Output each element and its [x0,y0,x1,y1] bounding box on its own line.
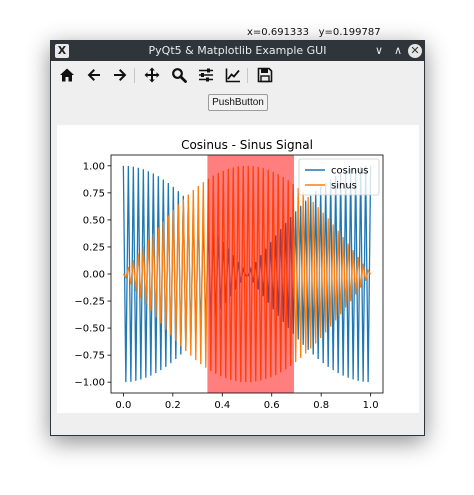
y-tick-label: −0.25 [74,297,105,308]
forward-arrow-icon [114,69,127,81]
maximize-button[interactable]: ∧ [391,44,405,58]
y-tick-label: −0.50 [74,324,105,335]
cursor-y: y=0.199787 [318,27,381,38]
toolbar-separator [247,68,248,83]
x-tick-label: 0.4 [214,400,230,411]
minimize-button[interactable]: ∨ [372,44,386,58]
subplots-config-icon [199,68,213,82]
x-tick-label: 0.2 [165,400,181,411]
navigation-toolbar [51,61,424,89]
y-tick-label: 0.50 [83,215,105,226]
y-tick-label: −0.75 [74,351,105,362]
save-icon [257,67,273,83]
zoom-button[interactable] [169,66,189,84]
back-arrow-icon [87,69,100,81]
title-bar[interactable]: X PyQt5 & Matplotlib Example GUI ∨ ∧ ✕ [51,41,424,61]
y-tick-label: 0.75 [83,188,105,199]
plot-canvas[interactable]: Cosinus - Sinus Signal 0.0 0.2 0.4 0.6 0.8 1.0… [57,125,419,413]
legend-label-cosinus: cosinus [331,166,369,177]
y-tick-label: 0.00 [83,270,105,281]
x-tick-label: 1.0 [363,400,379,411]
cursor-coordinates: x=0.691333 y=0.199787 [247,27,381,38]
cursor-x: x=0.691333 [247,27,310,38]
edit-axis-button[interactable] [223,66,243,84]
window-title: PyQt5 & Matplotlib Example GUI [148,44,327,57]
app-window: X PyQt5 & Matplotlib Example GUI ∨ ∧ ✕ P… [50,40,425,436]
x-tick-label: 0.8 [313,400,329,411]
push-button[interactable]: PushButton [208,94,268,111]
home-icon [60,68,74,82]
forward-button[interactable] [110,66,130,84]
zoom-icon [172,68,187,83]
back-button[interactable] [84,66,104,84]
subplots-button[interactable] [196,66,216,84]
y-tick-label: −1.00 [74,378,105,389]
y-tick-label: 0.25 [83,242,105,253]
toolbar-separator [134,68,135,83]
chart-svg: Cosinus - Sinus Signal 0.0 0.2 0.4 0.6 0.8 1.0… [74,138,384,411]
pan-button[interactable] [142,66,162,84]
pan-icon [144,67,160,83]
x-tick-label: 0.6 [264,400,280,411]
close-button[interactable]: ✕ [408,44,422,58]
y-tick-label: 1.00 [83,161,105,172]
highlight-span [207,155,294,393]
edit-axis-icon [225,68,240,83]
x-tick-label: 0.0 [115,400,131,411]
home-button[interactable] [57,66,77,84]
legend-label-sinus: sinus [331,181,357,192]
chart-title: Cosinus - Sinus Signal [181,138,313,152]
save-button[interactable] [255,66,275,84]
